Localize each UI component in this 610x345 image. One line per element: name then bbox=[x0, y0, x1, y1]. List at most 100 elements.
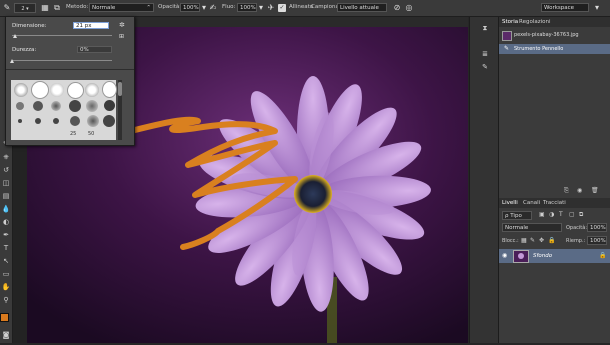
brush-preset[interactable] bbox=[103, 115, 115, 127]
brush-preset[interactable] bbox=[35, 118, 41, 124]
hand-icon[interactable]: ✋ bbox=[1, 282, 11, 292]
panel-dock-icons: ⧗ ≣ ✎ bbox=[469, 17, 499, 343]
lock-position-icon[interactable]: ✥ bbox=[539, 237, 544, 244]
properties-panel-icon[interactable]: ≣ bbox=[480, 49, 490, 59]
mode-select[interactable]: Normale ⌃ bbox=[89, 3, 154, 12]
brush-preset-popup: Dimensione: 21 px ✲ ⊞ Durezza: 0% 25 50 bbox=[5, 16, 135, 146]
foreground-color-swatch[interactable] bbox=[0, 313, 9, 322]
snapshot-camera-icon[interactable]: ◉ bbox=[577, 187, 582, 194]
gradient-icon[interactable]: ▤ bbox=[1, 191, 11, 201]
brush-preset[interactable] bbox=[51, 101, 61, 111]
workspace-select-value: Workspace bbox=[544, 5, 575, 11]
snapshot-thumbnail bbox=[502, 31, 512, 41]
brush-preset[interactable] bbox=[53, 118, 59, 124]
chevron-down-icon[interactable]: ▾ bbox=[256, 3, 266, 13]
lock-pixels-icon[interactable]: ✎ bbox=[530, 237, 535, 244]
hardness-input[interactable]: 0% bbox=[77, 46, 112, 53]
lock-all-icon[interactable]: 🔒 bbox=[548, 237, 555, 244]
eye-icon[interactable]: ◉ bbox=[502, 252, 507, 259]
zoom-icon[interactable]: ⚲ bbox=[1, 295, 11, 305]
brush-preset[interactable] bbox=[102, 81, 117, 98]
workspace-select[interactable]: Workspace bbox=[541, 3, 589, 12]
brush-panel-toggle-icon[interactable]: ▦ bbox=[40, 3, 50, 13]
filter-adjust-icon[interactable]: ◑ bbox=[549, 211, 554, 218]
layer-lock-row: Blocc.: ▦ ✎ ✥ 🔒 Riemp.: 100% bbox=[499, 236, 610, 247]
presets-scrollbar[interactable] bbox=[118, 80, 122, 140]
sample-select[interactable]: Livello attuale bbox=[337, 3, 387, 12]
brush-preset[interactable] bbox=[69, 100, 81, 112]
clone-source-icon[interactable]: ⧉ bbox=[52, 3, 62, 13]
flow-field[interactable]: 100% bbox=[237, 3, 257, 12]
preset-size-number: 25 bbox=[70, 131, 77, 137]
pen-icon[interactable]: ✒ bbox=[1, 230, 11, 240]
airbrush-icon[interactable]: ✈ bbox=[266, 3, 276, 13]
hardness-slider[interactable] bbox=[12, 60, 112, 61]
brush-preset[interactable] bbox=[16, 102, 24, 110]
layer-row[interactable]: ◉ Sfondo 🔒 bbox=[499, 249, 610, 263]
presets-scrollbar-thumb[interactable] bbox=[118, 82, 122, 96]
lock-transparency-icon[interactable]: ▦ bbox=[521, 237, 527, 244]
blend-mode-select[interactable]: Normale bbox=[502, 223, 562, 232]
history-step-row[interactable]: ✎ Strumento Pennello bbox=[499, 44, 610, 54]
brush-preset[interactable] bbox=[70, 116, 80, 126]
blend-mode-value: Normale bbox=[505, 225, 529, 231]
size-slider[interactable] bbox=[12, 35, 112, 36]
brush-preset[interactable] bbox=[14, 83, 28, 97]
brush-preset[interactable] bbox=[85, 83, 99, 97]
filter-smart-icon[interactable]: ⧉ bbox=[579, 211, 583, 219]
layer-filter-value: ρ Tipo bbox=[505, 213, 522, 219]
opacity-field[interactable]: 100% bbox=[180, 3, 200, 12]
brush-preset[interactable] bbox=[18, 119, 22, 123]
new-document-from-state-icon[interactable]: ⎘ bbox=[564, 187, 569, 195]
hardness-slider-knob[interactable] bbox=[10, 59, 14, 63]
path-select-icon[interactable]: ↖ bbox=[1, 256, 11, 266]
sample-select-value: Livello attuale bbox=[340, 5, 379, 11]
dodge-icon[interactable]: ◐ bbox=[1, 217, 11, 227]
brush-preset[interactable] bbox=[87, 115, 99, 127]
pressure-size-icon[interactable]: ◎ bbox=[404, 3, 414, 13]
tab-channels[interactable]: Canali bbox=[523, 200, 540, 206]
aligned-checkbox[interactable]: ✓ bbox=[278, 4, 286, 12]
chevron-down-icon[interactable]: ▾ bbox=[592, 3, 602, 13]
tab-layers[interactable]: Livelli bbox=[502, 200, 518, 206]
history-panel-icon[interactable]: ⧗ bbox=[480, 23, 490, 33]
rectangle-icon[interactable]: ▭ bbox=[1, 269, 11, 279]
filter-shape-icon[interactable]: ▢ bbox=[569, 211, 575, 218]
brush-preset[interactable] bbox=[50, 83, 64, 97]
tab-paths[interactable]: Tracciati bbox=[543, 200, 566, 206]
new-preset-icon[interactable]: ⊞ bbox=[119, 33, 127, 41]
tab-history[interactable]: Storia bbox=[502, 19, 518, 25]
layer-filter-select[interactable]: ρ Tipo bbox=[502, 211, 532, 220]
trash-icon[interactable]: 🗑 bbox=[591, 187, 599, 194]
quick-mask-icon[interactable]: ◙ bbox=[1, 330, 11, 340]
history-brush-icon[interactable]: ↺ bbox=[1, 165, 11, 175]
layer-opacity-field[interactable]: 100% bbox=[587, 223, 607, 232]
gear-icon[interactable]: ✲ bbox=[119, 21, 127, 29]
brush-preset[interactable] bbox=[104, 100, 115, 111]
blur-icon[interactable]: 💧 bbox=[1, 204, 11, 214]
tab-adjustments[interactable]: Regolazioni bbox=[519, 19, 551, 25]
layer-opacity-label: Opacità: bbox=[566, 225, 588, 231]
size-input-value: 21 px bbox=[76, 23, 92, 29]
brush-preset[interactable] bbox=[86, 100, 98, 112]
brush-preset-picker[interactable]: 2 ▾ bbox=[14, 3, 36, 13]
eraser-icon[interactable]: ◫ bbox=[1, 178, 11, 188]
size-input[interactable]: 21 px bbox=[73, 22, 109, 29]
clone-stamp-icon[interactable]: ⎈ bbox=[1, 152, 11, 162]
type-icon[interactable]: T bbox=[1, 243, 11, 253]
layers-panel-header: Livelli Canali Tracciati bbox=[499, 198, 610, 208]
brush-preset[interactable] bbox=[67, 82, 84, 99]
brush-preset[interactable] bbox=[33, 101, 43, 111]
filter-type-icon[interactable]: T bbox=[559, 211, 563, 218]
layer-filter-row: ρ Tipo ▣ ◑ T ▢ ⧉ bbox=[499, 210, 610, 221]
pressure-opacity-icon[interactable]: ✍ bbox=[208, 3, 218, 13]
brush-panel-icon[interactable]: ✎ bbox=[480, 62, 490, 72]
brush-tool-icon[interactable]: ✎ bbox=[2, 3, 12, 13]
fill-field[interactable]: 100% bbox=[587, 236, 607, 245]
ignore-adjustment-icon[interactable]: ⊘ bbox=[392, 3, 402, 13]
history-snapshot-row[interactable]: pexels-pixabay-36763.jpg bbox=[499, 29, 610, 41]
filter-pixel-icon[interactable]: ▣ bbox=[539, 211, 545, 218]
mode-select-value: Normale bbox=[92, 5, 116, 11]
brush-preset[interactable] bbox=[31, 81, 49, 99]
size-slider-knob[interactable] bbox=[13, 34, 17, 38]
